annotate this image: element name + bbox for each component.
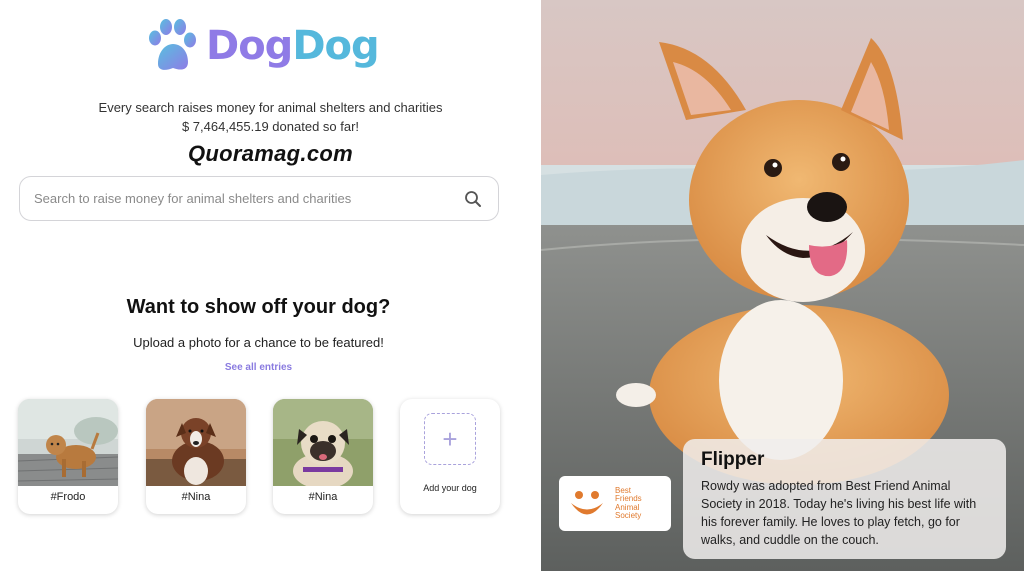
featured-dog-card: Flipper Rowdy was adopted from Best Frie… (683, 439, 1006, 559)
entry-label: #Nina (308, 491, 338, 503)
featured-dog-name: Flipper (701, 449, 765, 470)
plus-icon: + (442, 424, 458, 454)
dog-photo (18, 399, 118, 486)
featured-dog-story: Rowdy was adopted from Best Friend Anima… (701, 479, 977, 547)
search-input[interactable] (34, 191, 462, 206)
entry-card-frodo[interactable]: #Frodo (18, 399, 118, 514)
left-panel: DogDog Every search raises money for ani… (0, 0, 541, 571)
entry-card-nina-pug[interactable]: #Nina (273, 399, 373, 514)
shelter-badge[interactable]: Best Friends Animal Society (559, 476, 671, 531)
shelter-name: Best Friends Animal Society (615, 486, 642, 521)
best-friends-logo-icon (571, 490, 603, 514)
brand-name-part1: Dog (206, 23, 293, 69)
paw-icon (149, 19, 196, 70)
entry-label: #Frodo (50, 491, 86, 503)
entry-card-nina[interactable]: #Nina (146, 399, 246, 514)
watermark: Quoramag.com (188, 141, 353, 166)
add-your-dog-card[interactable]: + Add your dog (400, 399, 500, 514)
brand-name: DogDog (206, 23, 380, 69)
brand-name-part2: Dog (292, 23, 379, 69)
logo[interactable]: DogDog (146, 18, 380, 74)
search-icon[interactable] (462, 188, 484, 210)
shelter-name-line: Society (615, 510, 642, 520)
dog-photo (273, 399, 373, 486)
add-your-dog-label: Add your dog (423, 483, 477, 493)
tagline: Every search raises money for animal she… (98, 100, 443, 115)
showcase-title: Want to show off your dog? (126, 296, 391, 318)
donation-total: $ 7,464,455.19 donated so far! (181, 119, 360, 134)
search-bar (19, 176, 499, 221)
dog-photo (146, 399, 246, 486)
see-all-entries-link[interactable]: See all entries (0, 362, 517, 373)
entry-label: #Nina (181, 491, 211, 503)
add-photo-box[interactable]: + (424, 413, 476, 465)
showcase-subtitle: Upload a photo for a chance to be featur… (133, 335, 384, 350)
